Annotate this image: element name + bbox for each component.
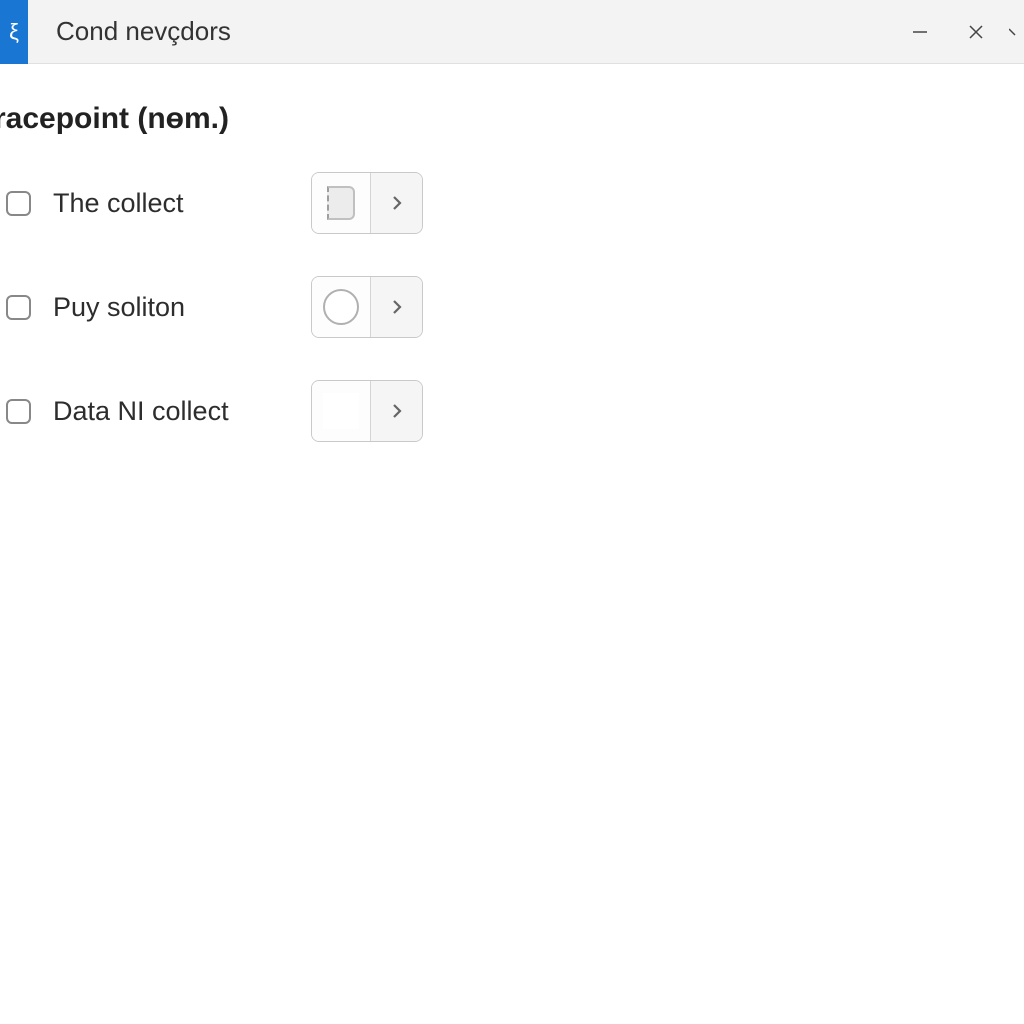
picker-preview (312, 381, 370, 441)
chevron-right-icon (390, 298, 404, 316)
overflow-button[interactable] (1004, 0, 1024, 64)
chevron-right-icon (390, 194, 404, 212)
overflow-icon (1009, 23, 1019, 41)
section-heading: racepoint (nөm.) (0, 64, 1024, 136)
empty-swatch-icon (323, 393, 359, 429)
chevron-right-icon (390, 402, 404, 420)
window-title: Cond nevçdors (56, 16, 231, 47)
checkbox-collect[interactable] (6, 191, 31, 216)
content-area: racepoint (nөm.) The collect Puy soliton (0, 64, 1024, 1024)
style-picker-data[interactable] (311, 380, 423, 442)
titlebar: ξ Cond nevçdors (0, 0, 1024, 64)
minimize-button[interactable] (892, 0, 948, 64)
checkbox-soliton[interactable] (6, 295, 31, 320)
picker-expand[interactable] (370, 381, 422, 441)
close-button[interactable] (948, 0, 1004, 64)
picker-expand[interactable] (370, 173, 422, 233)
style-picker-soliton[interactable] (311, 276, 423, 338)
circle-outline-icon (323, 289, 359, 325)
option-row-collect: The collect (0, 172, 1024, 234)
checkbox-data[interactable] (6, 399, 31, 424)
options-list: The collect Puy soliton (0, 172, 1024, 442)
picker-preview (312, 173, 370, 233)
window-controls (892, 0, 1024, 64)
option-label: Puy soliton (53, 292, 303, 323)
style-picker-collect[interactable] (311, 172, 423, 234)
option-row-soliton: Puy soliton (0, 276, 1024, 338)
rect-dashed-icon (327, 186, 355, 220)
app-icon: ξ (0, 0, 28, 64)
close-icon (967, 23, 985, 41)
minimize-icon (911, 23, 929, 41)
option-label: The collect (53, 188, 303, 219)
option-label: Data NI collect (53, 396, 303, 427)
picker-preview (312, 277, 370, 337)
option-row-data: Data NI collect (0, 380, 1024, 442)
picker-expand[interactable] (370, 277, 422, 337)
